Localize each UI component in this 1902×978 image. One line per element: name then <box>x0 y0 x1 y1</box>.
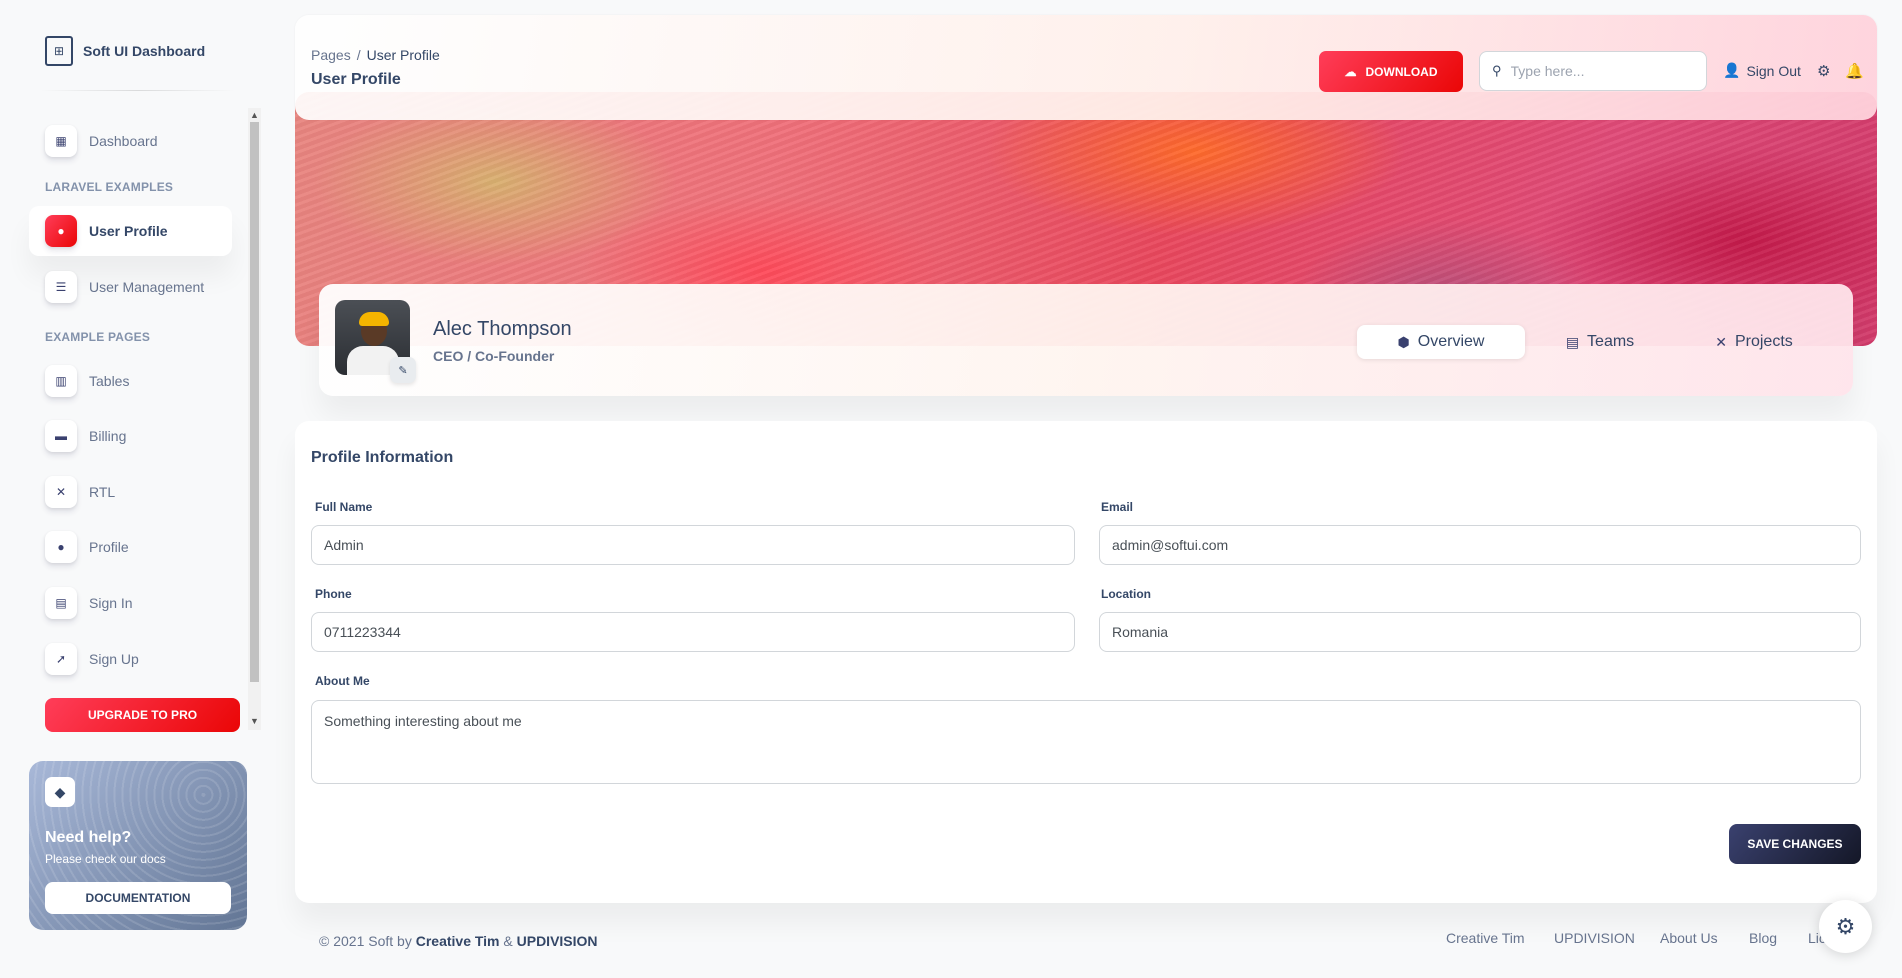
sidebar-item-sign-up[interactable]: ➚ Sign Up <box>29 634 232 684</box>
sidebar-item-label: User Profile <box>89 223 168 239</box>
footer-author-updivision[interactable]: UPDIVISION <box>517 933 598 949</box>
gear-icon[interactable]: ⚙ <box>1817 62 1830 80</box>
sidebar-item-label: Sign Up <box>89 651 139 667</box>
footer-link-blog[interactable]: Blog <box>1749 930 1777 946</box>
top-navbar: Pages / User Profile User Profile ☁ DOWNLO… <box>295 15 1877 120</box>
brand-logo-icon: ⊞ <box>45 36 73 66</box>
sidebar-section-example-pages: EXAMPLE PAGES <box>45 330 151 344</box>
form-title: Profile Information <box>311 449 454 466</box>
footer-link-creative-tim[interactable]: Creative Tim <box>1446 930 1525 946</box>
scroll-down-arrow-icon[interactable]: ▼ <box>249 716 260 726</box>
sidebar-item-label: Sign In <box>89 595 133 611</box>
sidebar-scrollbar-thumb[interactable] <box>250 122 259 682</box>
location-field[interactable] <box>1099 612 1861 652</box>
shop-icon: ▦ <box>45 125 77 157</box>
page-title: User Profile <box>311 71 401 88</box>
profile-role: CEO / Co-Founder <box>433 348 555 364</box>
about-me-label: About Me <box>315 674 370 688</box>
diamond-icon: ◆ <box>45 777 75 807</box>
scroll-up-arrow-icon[interactable]: ▲ <box>249 110 260 120</box>
settings-icon: ✕ <box>45 476 77 508</box>
document-icon: ▤ <box>45 587 77 619</box>
sidebar-item-tables[interactable]: ▥ Tables <box>29 356 232 406</box>
tab-label: Projects <box>1734 333 1793 350</box>
sidebar-item-label: Dashboard <box>89 133 158 149</box>
user-icon: ● <box>45 215 77 247</box>
phone-field[interactable] <box>311 612 1075 652</box>
full-name-field[interactable] <box>311 525 1075 565</box>
document-icon: ▤ <box>1565 333 1580 350</box>
profile-name: Alec Thompson <box>433 318 572 340</box>
user-icon: 👤 <box>1723 62 1741 78</box>
help-subtitle: Please check our docs <box>45 852 166 866</box>
documentation-button[interactable]: DOCUMENTATION <box>45 882 231 914</box>
footer-copyright: © 2021 Soft by Creative Tim & UPDIVISION <box>319 933 598 949</box>
sidebar-item-label: User Management <box>89 279 205 295</box>
profile-information-card: Profile Information Full Name Email Phon… <box>295 421 1877 903</box>
help-title: Need help? <box>45 829 132 846</box>
footer-link-updivision[interactable]: UPDIVISION <box>1554 930 1635 946</box>
sidebar-item-label: Billing <box>89 428 127 444</box>
full-name-label: Full Name <box>315 500 373 514</box>
search-box[interactable]: ⚲ <box>1479 51 1707 91</box>
sidebar-nav: ▦ Dashboard LARAVEL EXAMPLES ● User Prof… <box>0 108 250 728</box>
sidebar-item-profile[interactable]: ● Profile <box>29 522 232 572</box>
search-icon: ⚲ <box>1492 63 1502 78</box>
tab-label: Teams <box>1587 333 1635 350</box>
tools-icon: ✕ <box>1715 333 1727 350</box>
download-button[interactable]: ☁ DOWNLOAD <box>1319 51 1463 92</box>
cloud-download-icon: ☁ <box>1344 64 1357 79</box>
breadcrumb-current: User Profile <box>366 47 440 63</box>
brand-divider <box>40 90 235 91</box>
sidebar-item-user-management[interactable]: ☰ User Management <box>29 262 232 312</box>
sign-out-link[interactable]: 👤 Sign Out <box>1723 62 1801 79</box>
tab-overview[interactable]: ⬢ Overview <box>1357 325 1525 359</box>
save-changes-button[interactable]: SAVE CHANGES <box>1729 824 1861 864</box>
upgrade-to-pro-button[interactable]: UPGRADE TO PRO <box>45 698 240 732</box>
sidebar-item-label: Profile <box>89 539 129 555</box>
copyright-text: © 2021 Soft by <box>319 933 412 949</box>
sidebar: ⊞ Soft UI Dashboard ▦ Dashboard LARAVEL … <box>0 0 261 978</box>
credit-card-icon: ▬ <box>45 420 77 452</box>
sidebar-section-laravel-examples: LARAVEL EXAMPLES <box>45 180 174 194</box>
phone-label: Phone <box>315 587 352 601</box>
email-label: Email <box>1101 500 1134 514</box>
sidebar-item-rtl[interactable]: ✕ RTL <box>29 467 232 517</box>
email-field[interactable] <box>1099 525 1861 565</box>
configurator-gear-icon[interactable]: ⚙ <box>1819 900 1872 953</box>
footer-link-about-us[interactable]: About Us <box>1660 930 1718 946</box>
bell-icon[interactable]: 🔔 <box>1845 62 1864 80</box>
sidebar-item-sign-in[interactable]: ▤ Sign In <box>29 578 232 628</box>
cube-icon: ⬢ <box>1397 333 1410 350</box>
breadcrumb-root[interactable]: Pages <box>311 47 351 63</box>
brand[interactable]: ⊞ Soft UI Dashboard <box>45 36 205 66</box>
location-label: Location <box>1101 587 1151 601</box>
spaceship-icon: ➚ <box>45 643 77 675</box>
help-card: ◆ Need help? Please check our docs DOCUM… <box>29 761 247 930</box>
breadcrumb-separator: / <box>356 47 361 63</box>
sidebar-item-label: RTL <box>89 484 116 500</box>
about-me-textarea[interactable]: Something interesting about me <box>311 700 1861 784</box>
list-icon: ☰ <box>45 271 77 303</box>
sidebar-item-dashboard[interactable]: ▦ Dashboard <box>29 116 232 166</box>
avatar-hat <box>359 312 389 326</box>
sidebar-item-label: Tables <box>89 373 130 389</box>
sidebar-item-user-profile[interactable]: ● User Profile <box>29 206 232 256</box>
tab-teams[interactable]: ▤ Teams <box>1525 325 1675 359</box>
tab-label: Overview <box>1417 333 1485 350</box>
brand-title: Soft UI Dashboard <box>83 43 206 59</box>
customer-support-icon: ● <box>45 531 77 563</box>
profile-tabs: ⬢ Overview ▤ Teams ✕ Projects <box>1357 322 1833 362</box>
profile-card: ✎ Alec Thompson CEO / Co-Founder ⬢ Overv… <box>319 284 1853 396</box>
breadcrumb: Pages / User Profile <box>311 47 440 63</box>
office-icon: ▥ <box>45 365 77 397</box>
search-input[interactable] <box>1510 63 1691 79</box>
edit-avatar-pencil-icon[interactable]: ✎ <box>390 357 416 383</box>
sidebar-item-billing[interactable]: ▬ Billing <box>29 411 232 461</box>
tab-projects[interactable]: ✕ Projects <box>1675 325 1833 359</box>
sign-out-label: Sign Out <box>1746 62 1801 79</box>
footer-ampersand: & <box>503 933 513 949</box>
footer-author-creative-tim[interactable]: Creative Tim <box>416 933 500 949</box>
download-label: DOWNLOAD <box>1365 64 1438 79</box>
